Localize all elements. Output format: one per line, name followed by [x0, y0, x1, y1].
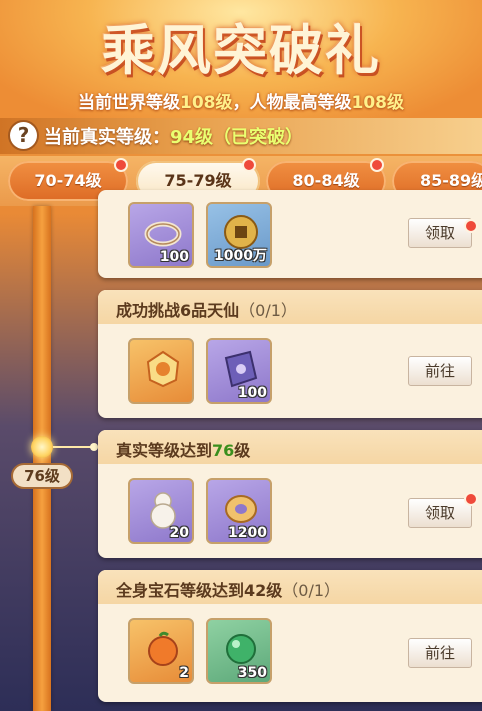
page: 乘风突破礼 当前世界等级108级，人物最高等级108级 ? 当前真实等级：94级… — [0, 0, 482, 711]
task-progress: （0/1） — [239, 301, 297, 320]
rope-icon — [144, 221, 182, 247]
reward-item[interactable]: 2 — [128, 618, 194, 684]
task-title-text: 成功挑战6品天仙 — [116, 301, 240, 320]
real-level-value: 94级（已突破） — [170, 127, 304, 148]
event-header: 乘风突破礼 当前世界等级108级，人物最高等级108级 — [0, 0, 482, 120]
task-title: 全身宝石等级达到42级（0/1） — [98, 570, 482, 604]
book-icon — [224, 350, 258, 388]
node-connector-end — [90, 443, 98, 451]
claim-button[interactable]: 领取 — [408, 498, 472, 528]
tab-label: 85-89级 — [420, 171, 482, 190]
task-card: 全身宝石等级达到42级（0/1） 2 350 前往 — [98, 570, 482, 702]
progress-track — [33, 206, 51, 711]
task-title-text: 真实等级达到 — [116, 441, 213, 460]
reward-count: 2 — [179, 665, 189, 681]
tab-label: 70-74级 — [34, 171, 102, 190]
task-title-suffix: 级 — [234, 441, 251, 460]
real-level-label: 当前真实等级： — [44, 127, 170, 148]
claim-button[interactable]: 领取 — [408, 218, 472, 248]
level-node-icon — [31, 436, 53, 458]
reward-count: 350 — [237, 665, 267, 681]
reward-count: 1200 — [228, 525, 267, 541]
reward-count: 100 — [159, 249, 189, 265]
reward-item[interactable]: 1000万 — [206, 202, 272, 268]
task-card: 真实等级达到76级 20 1200 领取 — [98, 430, 482, 558]
task-title-text: 全身宝石等级达到42级 — [116, 581, 283, 600]
token-icon — [146, 350, 180, 388]
tab-70-74-red-dot — [114, 158, 128, 172]
reward-item[interactable]: 1200 — [206, 478, 272, 544]
tab-75-79-red-dot — [242, 158, 256, 172]
reward-item[interactable]: 20 — [128, 478, 194, 544]
node-connector — [53, 446, 93, 448]
reward-item[interactable] — [128, 338, 194, 404]
tab-label: 75-79级 — [164, 171, 232, 190]
tab-label: 80-84级 — [292, 171, 360, 190]
gourd-icon — [150, 492, 176, 529]
task-title: 真实等级达到76级 — [98, 430, 482, 464]
real-level-text: 当前真实等级：94级（已突破） — [44, 123, 303, 149]
reward-count: 100 — [237, 385, 267, 401]
world-level-label: 当前世界等级 — [78, 93, 180, 113]
claim-red-dot — [464, 219, 478, 233]
max-level-value: 108级 — [351, 93, 405, 113]
goto-button[interactable]: 前往 — [408, 356, 472, 386]
help-icon[interactable]: ? — [10, 122, 37, 149]
task-title: 成功挑战6品天仙（0/1） — [98, 290, 482, 324]
task-card: 成功挑战6品天仙（0/1） 100 前往 — [98, 290, 482, 418]
task-target-level: 76 — [212, 441, 235, 460]
fruit-icon — [148, 631, 178, 666]
reward-count: 1000万 — [214, 248, 267, 264]
task-progress: （0/1） — [282, 581, 341, 600]
world-level-info: 当前世界等级108级，人物最高等级108级 — [0, 88, 482, 113]
reward-item[interactable]: 100 — [206, 338, 272, 404]
jade-icon — [225, 495, 257, 523]
claim-red-dot — [464, 492, 478, 506]
reward-item[interactable]: 350 — [206, 618, 272, 684]
event-title: 乘风突破礼 — [101, 18, 381, 82]
real-level-bar: ? 当前真实等级：94级（已突破） — [0, 118, 482, 154]
max-level-label: ，人物最高等级 — [232, 93, 352, 113]
reward-count: 20 — [169, 525, 189, 541]
task-card: 100 1000万 领取 — [98, 190, 482, 278]
tab-80-84-red-dot — [370, 158, 384, 172]
reward-item[interactable]: 100 — [128, 202, 194, 268]
node-level-badge: 76级 — [11, 463, 73, 489]
world-level-value: 108级 — [180, 93, 233, 113]
orb-icon — [226, 634, 256, 664]
goto-button[interactable]: 前往 — [408, 638, 472, 668]
